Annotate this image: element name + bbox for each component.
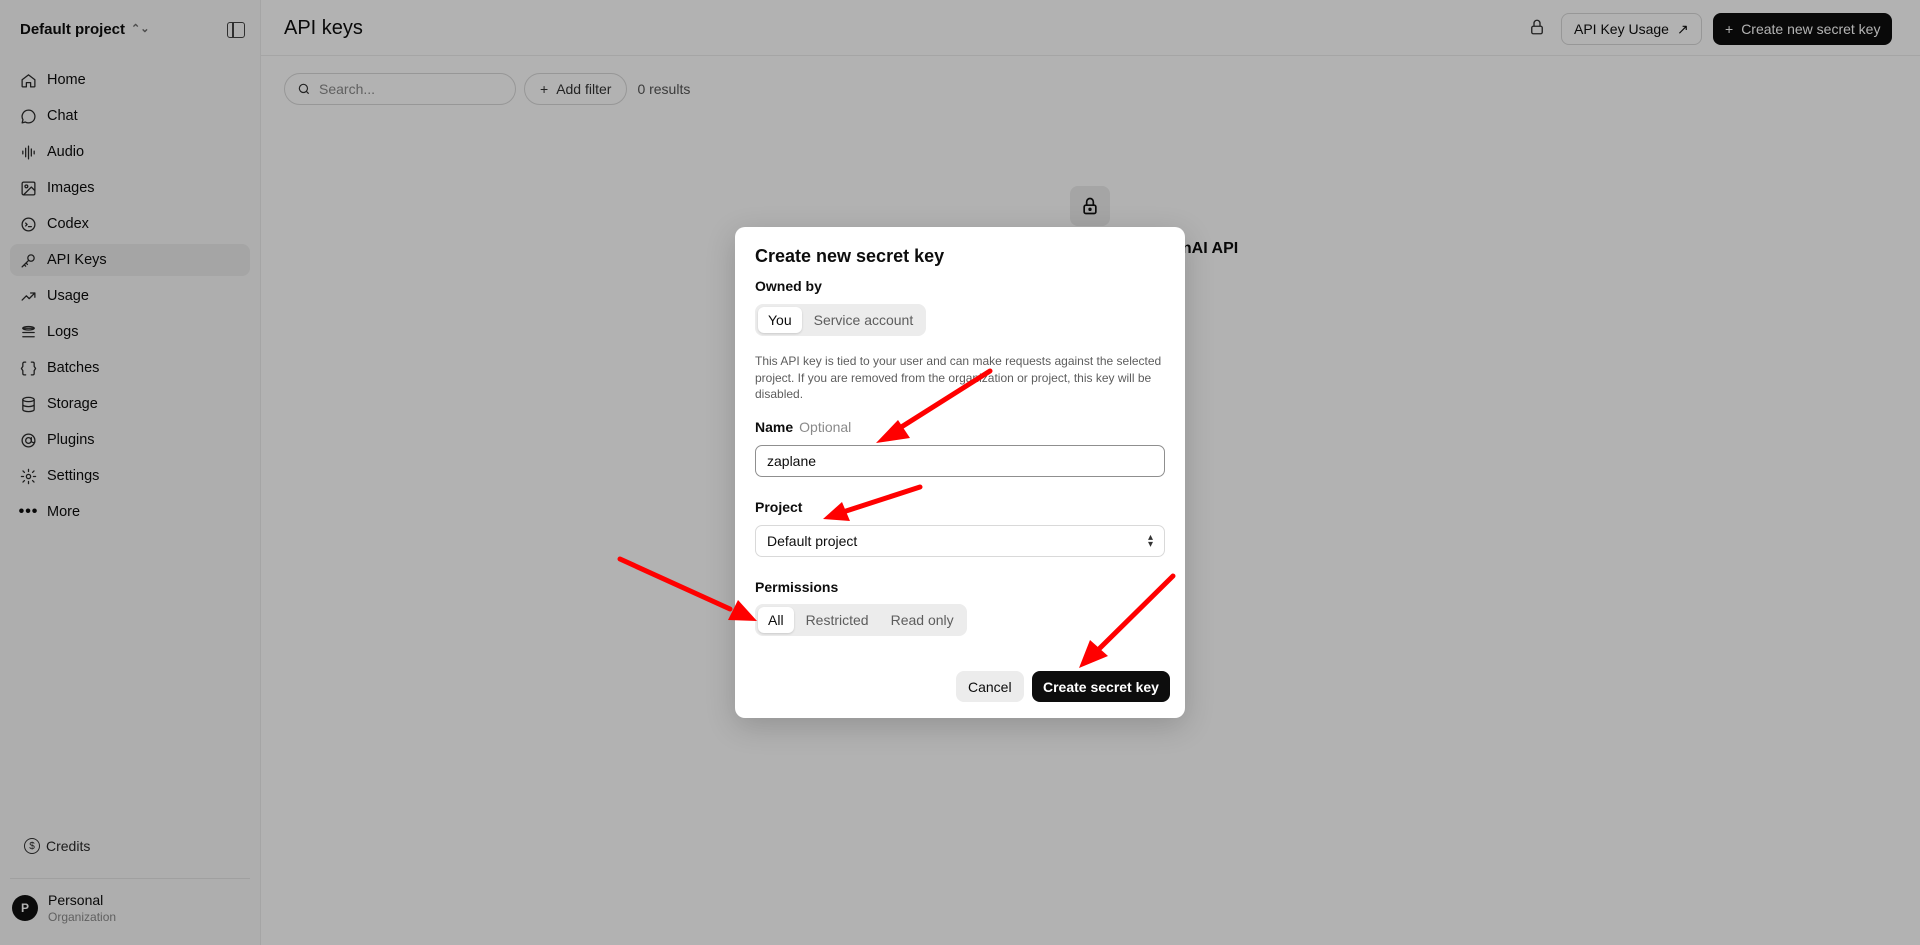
cancel-button[interactable]: Cancel xyxy=(956,671,1024,702)
dialog-title: Create new secret key xyxy=(755,246,945,266)
owned-by-toggle: You Service account xyxy=(755,304,927,336)
permissions-toggle: All Restricted Read only xyxy=(755,604,967,636)
owned-by-label: Owned by xyxy=(755,278,822,294)
chevron-updown-icon: ▴ ▾ xyxy=(1147,532,1153,550)
create-secret-key-button[interactable]: Create secret key xyxy=(1032,671,1170,702)
project-select[interactable]: Default project ▴ ▾ xyxy=(755,525,1165,557)
project-label: Project xyxy=(755,499,803,515)
name-input[interactable] xyxy=(755,445,1165,477)
name-label: Name Optional xyxy=(755,419,851,435)
permissions-all-option[interactable]: All xyxy=(758,607,794,633)
create-secret-key-dialog: Create new secret key Owned by You Servi… xyxy=(735,227,1185,718)
permissions-restricted-option[interactable]: Restricted xyxy=(796,607,879,633)
ownership-description: This API key is tied to your user and ca… xyxy=(755,354,1162,401)
permissions-read-only-option[interactable]: Read only xyxy=(881,607,964,633)
name-optional-hint: Optional xyxy=(799,419,852,435)
owned-by-you-option[interactable]: You xyxy=(758,307,802,333)
owned-by-service-account-option[interactable]: Service account xyxy=(804,307,924,333)
name-label-text: Name xyxy=(755,419,794,435)
permissions-label: Permissions xyxy=(755,579,839,595)
project-select-value: Default project xyxy=(767,533,858,549)
